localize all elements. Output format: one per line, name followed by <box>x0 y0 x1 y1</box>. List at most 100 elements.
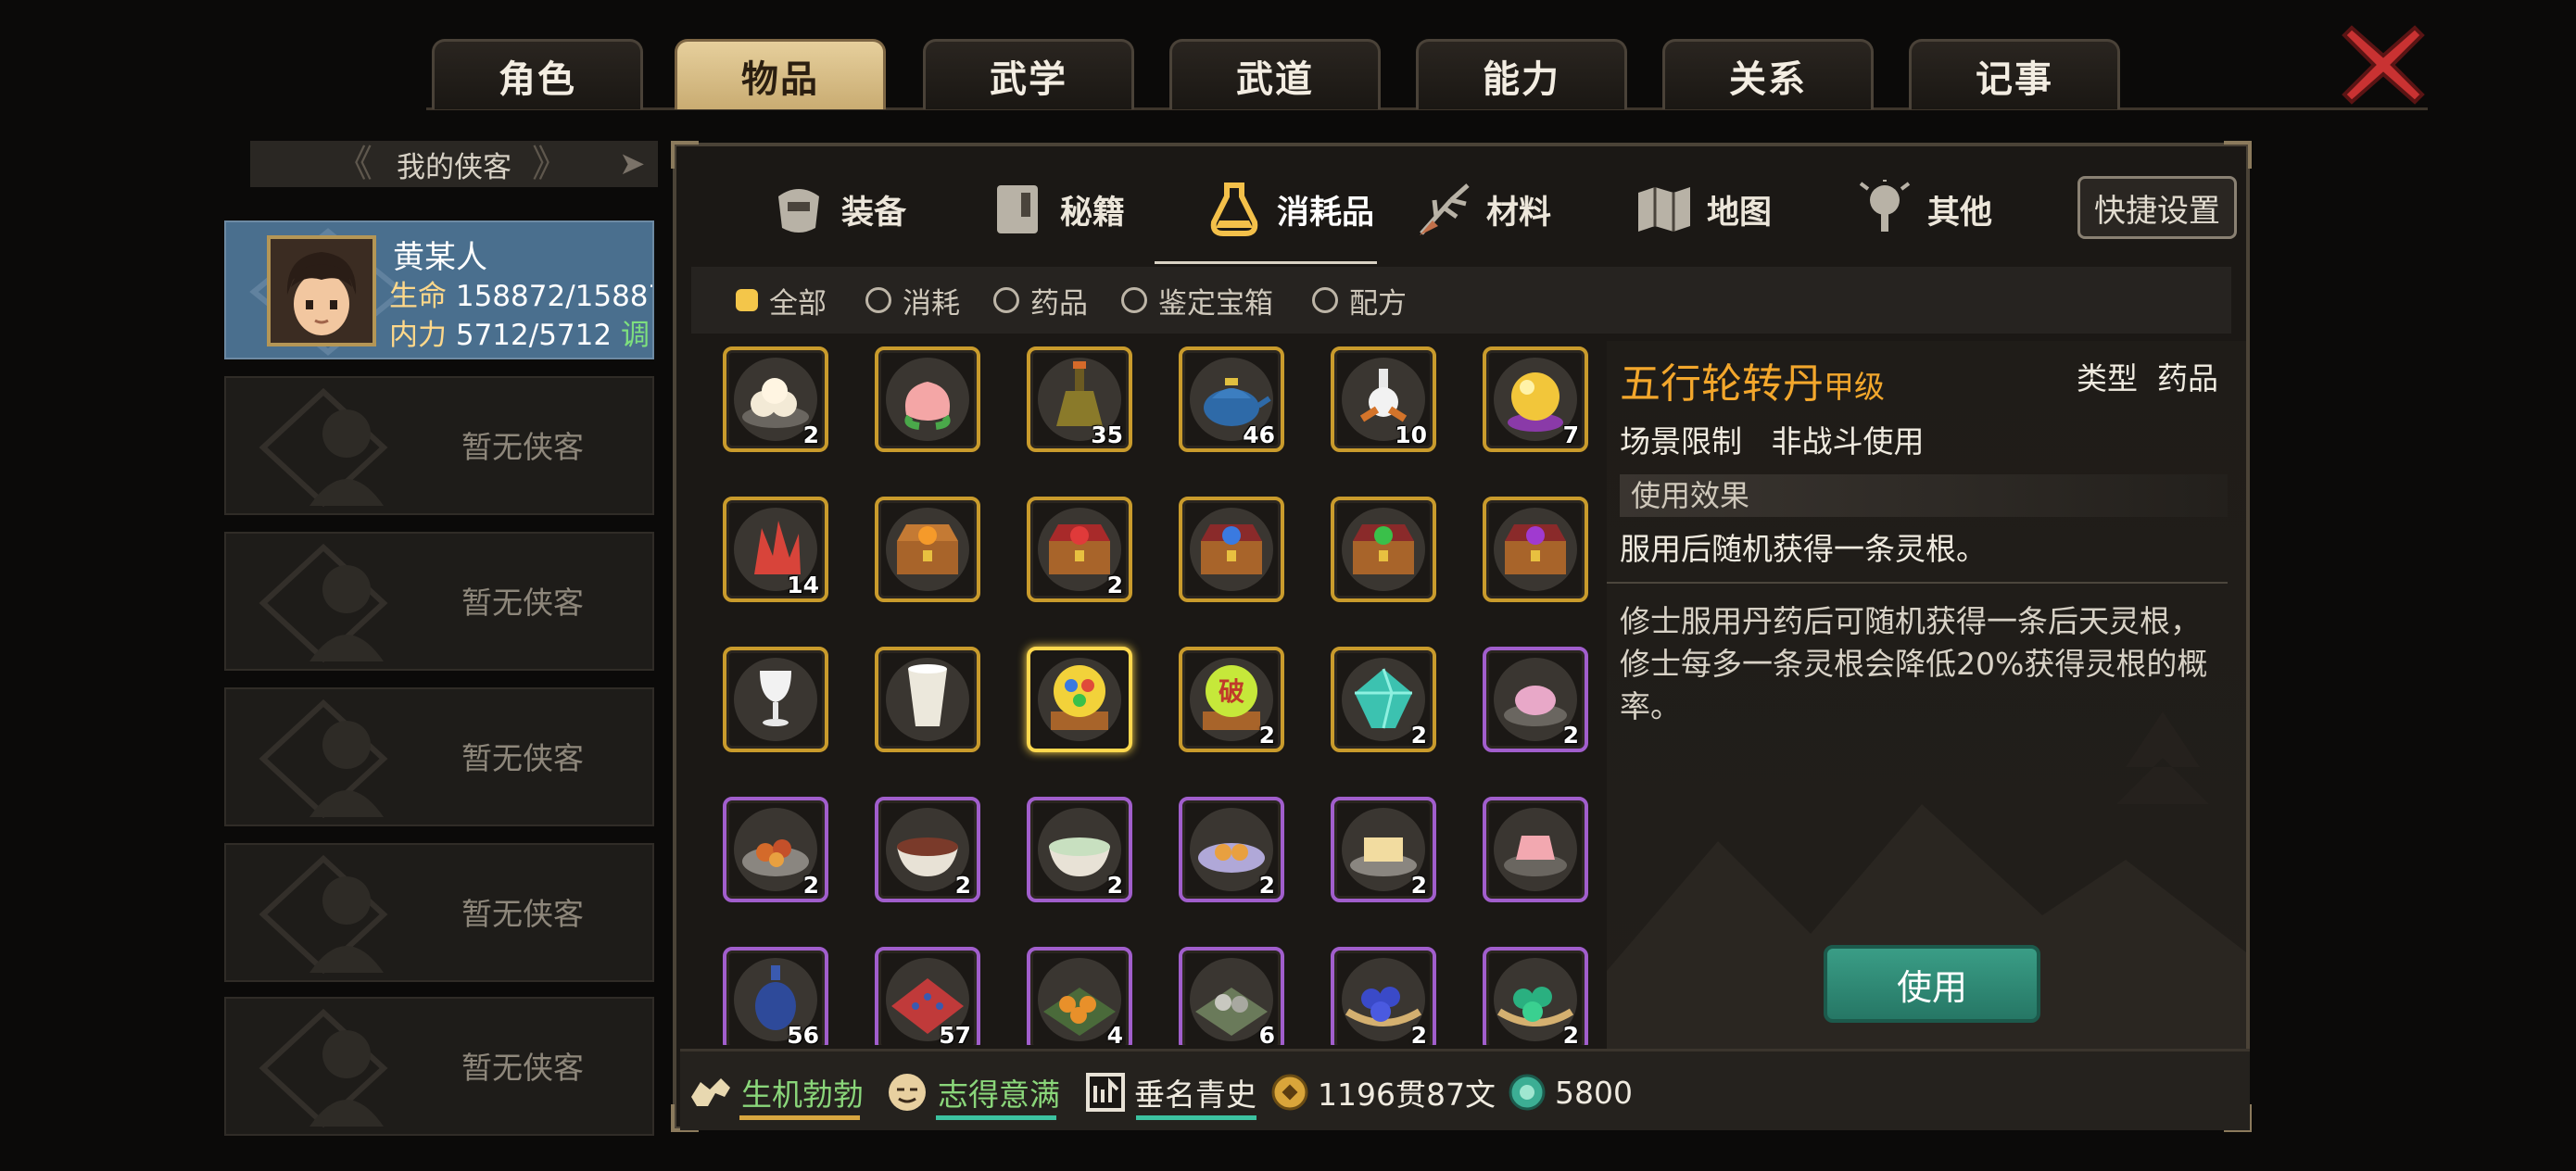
tab-martial-way[interactable]: 武道 <box>1169 39 1381 109</box>
inventory-item[interactable]: 2 <box>1179 797 1284 902</box>
inventory-item-selected[interactable] <box>1027 647 1132 752</box>
silhouette-icon <box>259 854 388 975</box>
item-count: 2 <box>802 872 819 899</box>
limit-label: 场景限制 <box>1620 423 1742 460</box>
five-element-pill-icon <box>1051 665 1108 730</box>
chevron-left-icon[interactable]: 《 <box>335 141 373 187</box>
inventory-item[interactable]: 2 <box>1483 647 1588 752</box>
filter-medicine[interactable]: 药品 <box>993 276 1088 324</box>
empty-hero-slot[interactable]: 暂无侠客 <box>224 843 654 982</box>
category-materials[interactable]: 材料 <box>1414 161 1551 258</box>
adjust-link[interactable]: 调 <box>621 319 650 352</box>
panel-corner <box>2224 141 2252 169</box>
effect-text: 服用后随机获得一条灵根。 <box>1620 531 1987 567</box>
type-label: 类型 <box>2077 360 2139 397</box>
category-manuals[interactable]: 秘籍 <box>988 161 1125 258</box>
inventory-item[interactable]: 10 <box>1331 346 1436 452</box>
hero-mp: 内力 5712/5712 调 <box>389 311 650 353</box>
tab-character[interactable]: 角色 <box>432 39 643 109</box>
inventory-item[interactable]: 56 <box>723 947 828 1045</box>
tab-martial-arts[interactable]: 武学 <box>923 39 1134 109</box>
inventory-item[interactable] <box>1483 797 1588 902</box>
inventory-item[interactable]: 4 <box>1027 947 1132 1045</box>
category-maps[interactable]: 地图 <box>1635 161 1772 258</box>
item-count: 2 <box>1106 572 1123 598</box>
tab-relations[interactable]: 关系 <box>1662 39 1874 109</box>
map-icon <box>1638 187 1690 232</box>
item-count: 2 <box>1410 722 1427 749</box>
empty-hero-slot[interactable]: 暂无侠客 <box>224 376 654 515</box>
filter-appraisal-chest[interactable]: 鉴定宝箱 <box>1121 276 1273 324</box>
chevron-right-icon[interactable]: 》 <box>532 141 569 187</box>
inventory-item[interactable]: 2 <box>1331 797 1436 902</box>
mountain-backdrop-icon <box>1607 711 2246 1101</box>
status-label: 垂名青史 <box>1134 1077 1256 1113</box>
filter-all[interactable]: 全部 <box>736 276 827 324</box>
inventory-panel: 装备 秘籍 消耗品 材料 地图 其他 快捷设置 全部 消耗 药品 鉴定宝箱 配方… <box>671 141 2252 1132</box>
inventory-item[interactable]: 46 <box>1179 346 1284 452</box>
radio-checked-icon <box>736 289 758 311</box>
smile-face-icon <box>889 1074 926 1111</box>
filter-consume[interactable]: 消耗 <box>865 276 960 324</box>
inventory-item[interactable]: 14 <box>723 497 828 602</box>
active-category-underline <box>1155 261 1377 264</box>
item-count: 2 <box>802 422 819 448</box>
jade-value: 5800 <box>1555 1074 1633 1111</box>
filter-label: 消耗 <box>903 286 960 321</box>
tab-journal[interactable]: 记事 <box>1909 39 2120 109</box>
inventory-item[interactable]: 6 <box>1179 947 1284 1045</box>
my-heroes-title: 我的侠客 <box>397 150 511 184</box>
inventory-item[interactable] <box>875 346 980 452</box>
inventory-item[interactable] <box>875 497 980 602</box>
mp-label: 内力 <box>389 319 447 352</box>
close-icon[interactable] <box>2339 20 2428 109</box>
jade-coin-icon <box>1509 1074 1546 1111</box>
inventory-item[interactable]: 破2 <box>1179 647 1284 752</box>
inventory-item[interactable]: 2 <box>875 797 980 902</box>
inventory-item[interactable]: 7 <box>1483 346 1588 452</box>
quick-settings-button[interactable]: 快捷设置 <box>2077 176 2237 239</box>
inventory-item[interactable]: 2 <box>1483 947 1588 1045</box>
inventory-item[interactable] <box>1331 497 1436 602</box>
item-count: 14 <box>787 572 819 598</box>
inventory-item[interactable]: 2 <box>1027 797 1132 902</box>
inventory-item[interactable]: 2 <box>723 797 828 902</box>
hero-name: 黄某人 <box>393 239 487 276</box>
inventory-item[interactable] <box>723 647 828 752</box>
item-grade: 甲级 <box>1824 369 1885 405</box>
category-other[interactable]: 其他 <box>1855 161 1992 258</box>
empty-hero-slot[interactable]: 暂无侠客 <box>224 687 654 826</box>
svg-text:破: 破 <box>1219 676 1244 707</box>
inventory-item[interactable]: 2 <box>723 346 828 452</box>
category-equipment[interactable]: 装备 <box>769 161 906 258</box>
potion-icon <box>1210 183 1258 236</box>
status-fame[interactable]: 垂名青史 <box>1084 1059 1256 1126</box>
empty-hero-slot[interactable]: 暂无侠客 <box>224 532 654 671</box>
status-bar: 生机勃勃 志得意满 垂名青史 1196贯87文 5800 <box>680 1049 2250 1130</box>
inventory-item[interactable]: 2 <box>1331 647 1436 752</box>
inventory-item[interactable] <box>875 647 980 752</box>
expand-arrow-icon[interactable]: ➤ <box>619 141 656 187</box>
inventory-item[interactable] <box>1483 497 1588 602</box>
filter-bar: 全部 消耗 药品 鉴定宝箱 配方 <box>691 267 2231 334</box>
category-consumables[interactable]: 消耗品 <box>1205 161 1374 258</box>
use-button[interactable]: 使用 <box>1824 945 2040 1023</box>
effect-header: 使用效果 <box>1620 474 2228 517</box>
tab-abilities[interactable]: 能力 <box>1416 39 1627 109</box>
inventory-item[interactable] <box>1179 497 1284 602</box>
inventory-item[interactable]: 2 <box>1331 947 1436 1045</box>
tab-items[interactable]: 物品 <box>675 39 886 109</box>
inventory-item[interactable]: 57 <box>875 947 980 1045</box>
inventory-item[interactable]: 35 <box>1027 346 1132 452</box>
item-name-text: 五行轮转丹 <box>1620 360 1824 408</box>
filter-recipe[interactable]: 配方 <box>1312 276 1407 324</box>
empty-hero-slot[interactable]: 暂无侠客 <box>224 997 654 1136</box>
hero-card-selected[interactable]: 黄某人 生命 158872/158872 内力 5712/5712 调 <box>224 220 654 359</box>
empty-slot-label: 暂无侠客 <box>461 429 584 465</box>
jade-currency: 5800 <box>1507 1059 1633 1126</box>
status-mood[interactable]: 志得意满 <box>884 1059 1060 1126</box>
type-value: 药品 <box>2157 360 2218 397</box>
inventory-item[interactable]: 2 <box>1027 497 1132 602</box>
status-vitality[interactable]: 生机勃勃 <box>688 1059 864 1126</box>
scene-limit: 场景限制 非战斗使用 <box>1620 417 1924 461</box>
